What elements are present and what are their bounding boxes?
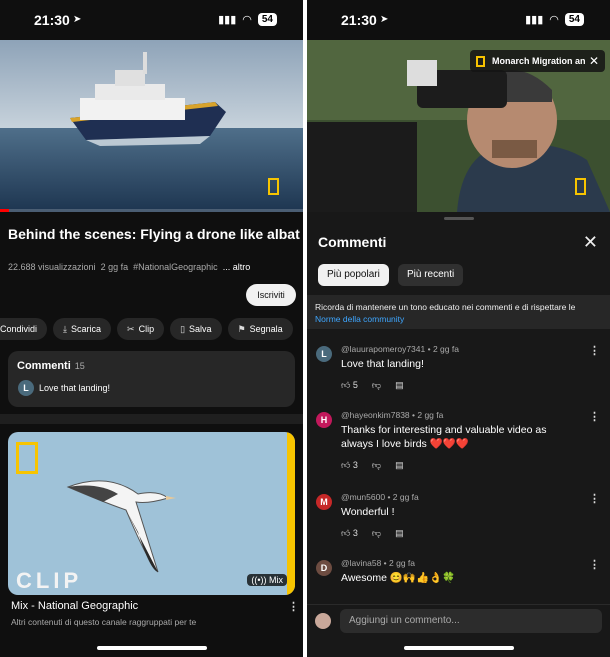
- comment-time: 2 gg fa: [432, 344, 459, 354]
- sheet-grabber[interactable]: [444, 217, 474, 220]
- tab-most-recent[interactable]: Più recenti: [398, 264, 464, 286]
- community-guidelines-link[interactable]: Norme della community: [315, 314, 404, 324]
- tab-most-popular[interactable]: Più popolari: [318, 264, 389, 286]
- avatar: [315, 613, 331, 629]
- download-button[interactable]: ⤓ Scarica: [53, 318, 112, 340]
- location-arrow-icon: ➤: [380, 14, 389, 25]
- scissors-icon: ✂: [127, 323, 135, 334]
- community-notice: Ricorda di mantenere un tono educato nei…: [307, 295, 610, 329]
- view-count: 22.688 visualizzazioni: [8, 262, 96, 272]
- avatar: L: [18, 380, 34, 396]
- avatar: D: [316, 560, 332, 576]
- comment-text: Thanks for interesting and valuable vide…: [341, 424, 547, 450]
- comment-text: Wonderful !: [341, 506, 395, 518]
- more-options-icon[interactable]: ⋮: [589, 410, 600, 423]
- location-arrow-icon: ➤: [73, 14, 82, 25]
- video-meta: 22.688 visualizzazioni 2 gg fa #National…: [8, 262, 250, 272]
- reply-icon[interactable]: ▤: [395, 528, 404, 539]
- wifi-icon: ◠: [549, 14, 559, 26]
- subscribe-button[interactable]: Iscriviti: [246, 284, 296, 306]
- comment-author[interactable]: @lavina58: [341, 558, 381, 568]
- video-title-overlay[interactable]: Monarch Migration an ✕: [470, 50, 605, 72]
- mix-badge: ((•)) Mix: [247, 574, 287, 586]
- comments-label: Commenti: [17, 360, 71, 372]
- comments-sheet: Commenti ✕ Più popolari Più recenti Rico…: [307, 212, 610, 657]
- more-options-icon[interactable]: ⋮: [589, 558, 600, 571]
- avatar: M: [316, 494, 332, 510]
- comment-time: 2 gg fa: [417, 410, 444, 420]
- close-icon[interactable]: ✕: [583, 232, 598, 253]
- more-link[interactable]: ... altro: [223, 262, 251, 272]
- status-bar: 21:30 ➤ ▮▮▮ ◠ 54: [0, 0, 303, 40]
- comment-time: 2 gg fa: [389, 558, 415, 568]
- comment-time: 2 gg fa: [392, 492, 419, 502]
- more-options-icon[interactable]: ⋮: [288, 600, 299, 613]
- mix-subtitle: Altri contenuti di questo canale raggrup…: [11, 617, 197, 627]
- national-geographic-logo: [575, 178, 586, 195]
- reply-icon[interactable]: ▤: [395, 460, 404, 471]
- dislike-button[interactable]: 👎︎: [372, 460, 381, 471]
- more-options-icon[interactable]: ⋮: [589, 344, 600, 357]
- upload-date: 2 gg fa: [100, 262, 129, 272]
- comment-author[interactable]: @hayeonkim7838: [341, 410, 410, 420]
- like-button[interactable]: 👍︎ 5: [341, 380, 358, 391]
- comment-item: D @lavina58 • 2 gg fa Awesome 😊🙌👍👌🍀 ⋮: [307, 558, 610, 602]
- add-comment-input[interactable]: Aggiungi un commento...: [340, 609, 602, 633]
- signal-icon: ▮▮▮: [525, 14, 544, 26]
- national-geographic-logo: [16, 442, 38, 474]
- signal-icon: ▮▮▮: [218, 14, 237, 26]
- status-time: 21:30: [341, 12, 377, 28]
- comment-author[interactable]: @mun5600: [341, 492, 385, 502]
- save-button[interactable]: ▯ Salva: [170, 318, 222, 340]
- clip-overlay-text: CLIP: [16, 568, 83, 593]
- wifi-icon: ◠: [242, 14, 252, 26]
- video-title: Behind the scenes: Flying a drone like a…: [8, 226, 300, 242]
- comments-preview[interactable]: Commenti 15 L Love that landing!: [8, 351, 295, 407]
- battery-indicator: 54: [257, 13, 277, 26]
- comment-item: H @hayeonkim7838 • 2 gg fa Thanks for in…: [307, 410, 610, 480]
- close-icon[interactable]: ✕: [589, 50, 599, 72]
- national-geographic-logo: [476, 56, 485, 67]
- comments-count: 15: [74, 361, 85, 371]
- video-page-screen: 21:30 ➤ ▮▮▮ ◠ 54 Behind the scenes: Flyi…: [0, 0, 303, 657]
- avatar: L: [316, 346, 332, 362]
- hashtag[interactable]: #NationalGeographic: [133, 262, 218, 272]
- flag-icon: ⚑: [237, 323, 246, 334]
- avatar: H: [316, 412, 332, 428]
- status-time: 21:30: [34, 12, 70, 28]
- dislike-button[interactable]: 👎︎: [372, 528, 381, 539]
- comment-text: Awesome 😊🙌👍👌🍀: [341, 572, 456, 584]
- more-options-icon[interactable]: ⋮: [589, 492, 600, 505]
- comment-item: L @lauurapomeroy7341 • 2 gg fa Love that…: [307, 344, 610, 402]
- video-progress-bar[interactable]: [0, 209, 303, 212]
- video-player[interactable]: [0, 40, 303, 212]
- share-button[interactable]: Condividi: [0, 318, 48, 340]
- like-button[interactable]: 👍︎ 3: [341, 528, 358, 539]
- comment-item: M @mun5600 • 2 gg fa Wonderful ! 👍︎ 3 👎︎…: [307, 492, 610, 548]
- comments-screen: 21:30 ➤ ▮▮▮ ◠ 54 Monarch Migration an ✕: [307, 0, 610, 657]
- download-icon: ⤓: [63, 323, 68, 334]
- bookmark-icon: ▯: [180, 323, 186, 334]
- status-bar: 21:30 ➤ ▮▮▮ ◠ 54: [307, 0, 610, 40]
- home-indicator: [96, 646, 207, 650]
- clip-button[interactable]: ✂ Clip: [117, 318, 165, 340]
- home-indicator: [403, 646, 514, 650]
- divider: [0, 414, 303, 424]
- battery-indicator: 54: [564, 13, 584, 26]
- national-geographic-logo: [268, 178, 279, 195]
- broadcast-icon: ((•)): [251, 575, 267, 585]
- comment-author[interactable]: @lauurapomeroy7341: [341, 344, 425, 354]
- sheet-title: Commenti: [318, 234, 387, 250]
- mix-title[interactable]: Mix - National Geographic: [11, 600, 138, 612]
- like-button[interactable]: 👍︎ 3: [341, 460, 358, 471]
- ship-video-frame: [0, 40, 303, 212]
- preview-comment-text: Love that landing!: [39, 383, 111, 393]
- video-player[interactable]: Monarch Migration an ✕: [307, 40, 610, 212]
- report-button[interactable]: ⚑ Segnala: [227, 318, 293, 340]
- comment-text: Love that landing!: [341, 358, 424, 370]
- dislike-button[interactable]: 👎︎: [372, 380, 381, 391]
- reply-icon[interactable]: ▤: [395, 380, 404, 391]
- action-bar: Condividi ⤓ Scarica ✂ Clip ▯ Salva ⚑ Segnala: [0, 318, 293, 340]
